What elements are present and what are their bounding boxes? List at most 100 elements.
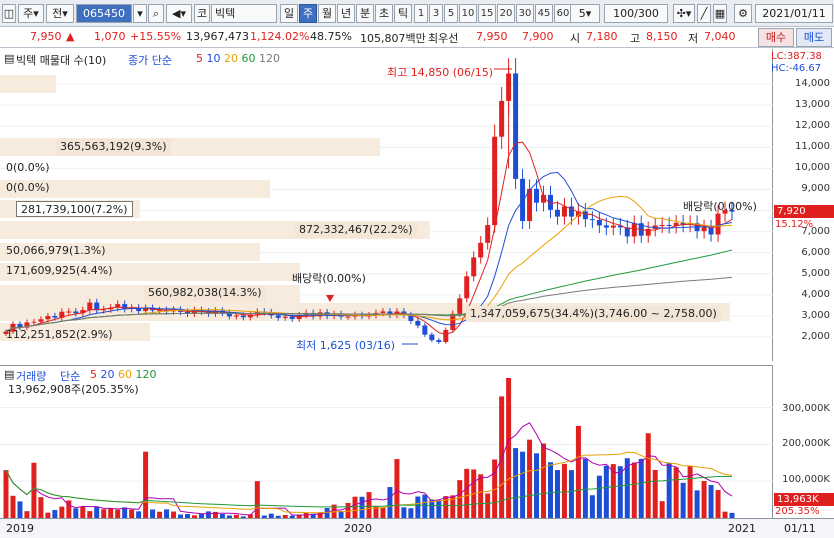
volume-bar [408, 508, 414, 518]
candle-body [38, 319, 44, 322]
chart-toolbar: ◫ 주▾ 전▾ 065450 ▾ ⌕ ◀▾ 코 빅텍 일주월년분초틱 1 3 5 10… [0, 0, 834, 27]
market-code-select[interactable]: 주▾ [18, 4, 44, 23]
volume-chart-panel[interactable]: ▤ 거래량 단순 5 20 60 120 13,962,908주(205.35%… [0, 365, 773, 518]
interval-button[interactable]: 5 [444, 4, 458, 23]
search-icon[interactable]: ⌕ [148, 4, 164, 23]
volume-bar [534, 453, 540, 518]
lc-value: LC:387.38 [771, 51, 822, 62]
quote-bar: 7,950 ▲ 1,070 +15.55% 13,967,473 1,124.0… [0, 27, 834, 48]
ma-label: 종가 단순 [128, 54, 172, 67]
candle-body [436, 340, 442, 342]
count-input[interactable]: 100/300 [604, 4, 668, 23]
volume-bar [645, 433, 651, 518]
layout-icon[interactable]: ▦ [713, 4, 727, 23]
candle-body [289, 316, 295, 319]
candle-body [450, 313, 456, 330]
candle-body [282, 316, 288, 318]
candle-body [485, 225, 491, 243]
candle-body [464, 276, 470, 299]
interval-button[interactable]: 20 [497, 4, 515, 23]
interval-button[interactable]: 15 [478, 4, 496, 23]
best-bid-price: 7,900 [522, 30, 554, 43]
period-button[interactable]: 년 [337, 4, 355, 23]
price-axis-tick: 2,000 [801, 331, 830, 342]
best-bid-label: 최우선 [428, 32, 459, 45]
candle-body [380, 311, 386, 313]
candle-body [157, 310, 163, 312]
chart-menu-icon[interactable]: ◫ [2, 4, 16, 23]
volume-ma-period-label: 60 [118, 368, 136, 381]
candle-body [240, 315, 246, 318]
panel-menu-icon[interactable]: ▤ [4, 52, 14, 65]
chart-type-icon[interactable]: ╱ [697, 4, 711, 23]
price-axis-tick: 10,000 [795, 162, 830, 174]
market-type-select[interactable]: 전▾ [46, 4, 74, 23]
candle-body [478, 242, 484, 258]
last-volume-pct: 205.35% [775, 506, 820, 517]
volume-bar [715, 490, 721, 518]
period-button[interactable]: 주 [299, 4, 317, 23]
volume-profile-label: 365,563,192(9.3%) [56, 139, 171, 155]
interval-button[interactable]: 3 [429, 4, 443, 23]
date-input[interactable]: 2021/01/11 [755, 4, 833, 23]
volume-bar [205, 511, 211, 518]
panel-menu-icon[interactable]: ▤ [4, 368, 14, 381]
volume-bar [701, 481, 707, 518]
dividend-label-right: 배당락(0.00%) [683, 200, 757, 213]
volume-bar [485, 493, 491, 518]
candle-body [31, 321, 37, 323]
volume-bar [38, 497, 44, 518]
market-tag: 코 [194, 4, 210, 23]
volume-ma-period-label: 5 [90, 368, 101, 381]
volume-bar [652, 469, 658, 518]
hc-value: HC:-46.67 [771, 63, 822, 74]
ma-period-label: 20 [224, 52, 242, 65]
candle-body [659, 224, 665, 226]
candle-body [73, 311, 79, 314]
price-axis-tick: 13,000 [795, 99, 830, 111]
code-dropdown-icon[interactable]: ▾ [133, 4, 147, 23]
interval-button[interactable]: 45 [535, 4, 553, 23]
interval-select[interactable]: 5▾ [570, 4, 600, 23]
interval-button[interactable]: 30 [516, 4, 534, 23]
volume-bar [359, 496, 365, 518]
volume-bar [80, 506, 86, 518]
interval-button[interactable]: 1 [414, 4, 428, 23]
volume-bar [108, 508, 114, 518]
buy-button[interactable]: 매수 [758, 28, 794, 47]
candle-body [596, 219, 602, 226]
sound-icon[interactable]: ◀▾ [166, 4, 192, 23]
volume-bar [94, 506, 100, 518]
price-chart-panel[interactable]: ▤ 빅텍 매물대 수(10) 종가 단순 5 10 20 60 120 최고 1… [0, 49, 773, 361]
sell-button[interactable]: 매도 [796, 28, 832, 47]
last-volume-tag: 13,963K [774, 493, 834, 506]
candle-body [471, 257, 477, 277]
candle-body [715, 213, 721, 235]
price-axis-tick: 6,000 [801, 246, 830, 258]
open-label: 시 [570, 32, 581, 45]
period-button[interactable]: 월 [318, 4, 336, 23]
volume-bar [603, 465, 609, 518]
settings-gear-icon[interactable]: ⚙ [734, 4, 752, 23]
period-button[interactable]: 일 [280, 4, 298, 23]
price-axis-tick: 5,000 [801, 267, 830, 279]
volume-bar [10, 495, 16, 518]
volume-bar [366, 492, 372, 518]
volume-bar [387, 487, 393, 518]
volume-axis-tick: 300,000K [782, 403, 830, 414]
interval-button[interactable]: 10 [459, 4, 477, 23]
date-label: 2020 [344, 522, 372, 535]
best-ask-price: 7,950 [476, 30, 508, 43]
volume-profile-label: 0(0.0%) [6, 161, 50, 174]
period-button[interactable]: 분 [356, 4, 374, 23]
crosshair-icon[interactable]: ✣▾ [673, 4, 695, 23]
period-button[interactable]: 초 [375, 4, 393, 23]
volume-bar [673, 467, 679, 518]
period-button[interactable]: 틱 [394, 4, 412, 23]
volume-bar [436, 500, 442, 518]
price-axis-tick: 14,000 [795, 78, 830, 89]
candle-body [554, 209, 560, 217]
volume-bar [401, 507, 407, 518]
stock-code-input[interactable]: 065450 [76, 4, 132, 23]
stock-name-field[interactable]: 빅텍 [211, 4, 277, 23]
